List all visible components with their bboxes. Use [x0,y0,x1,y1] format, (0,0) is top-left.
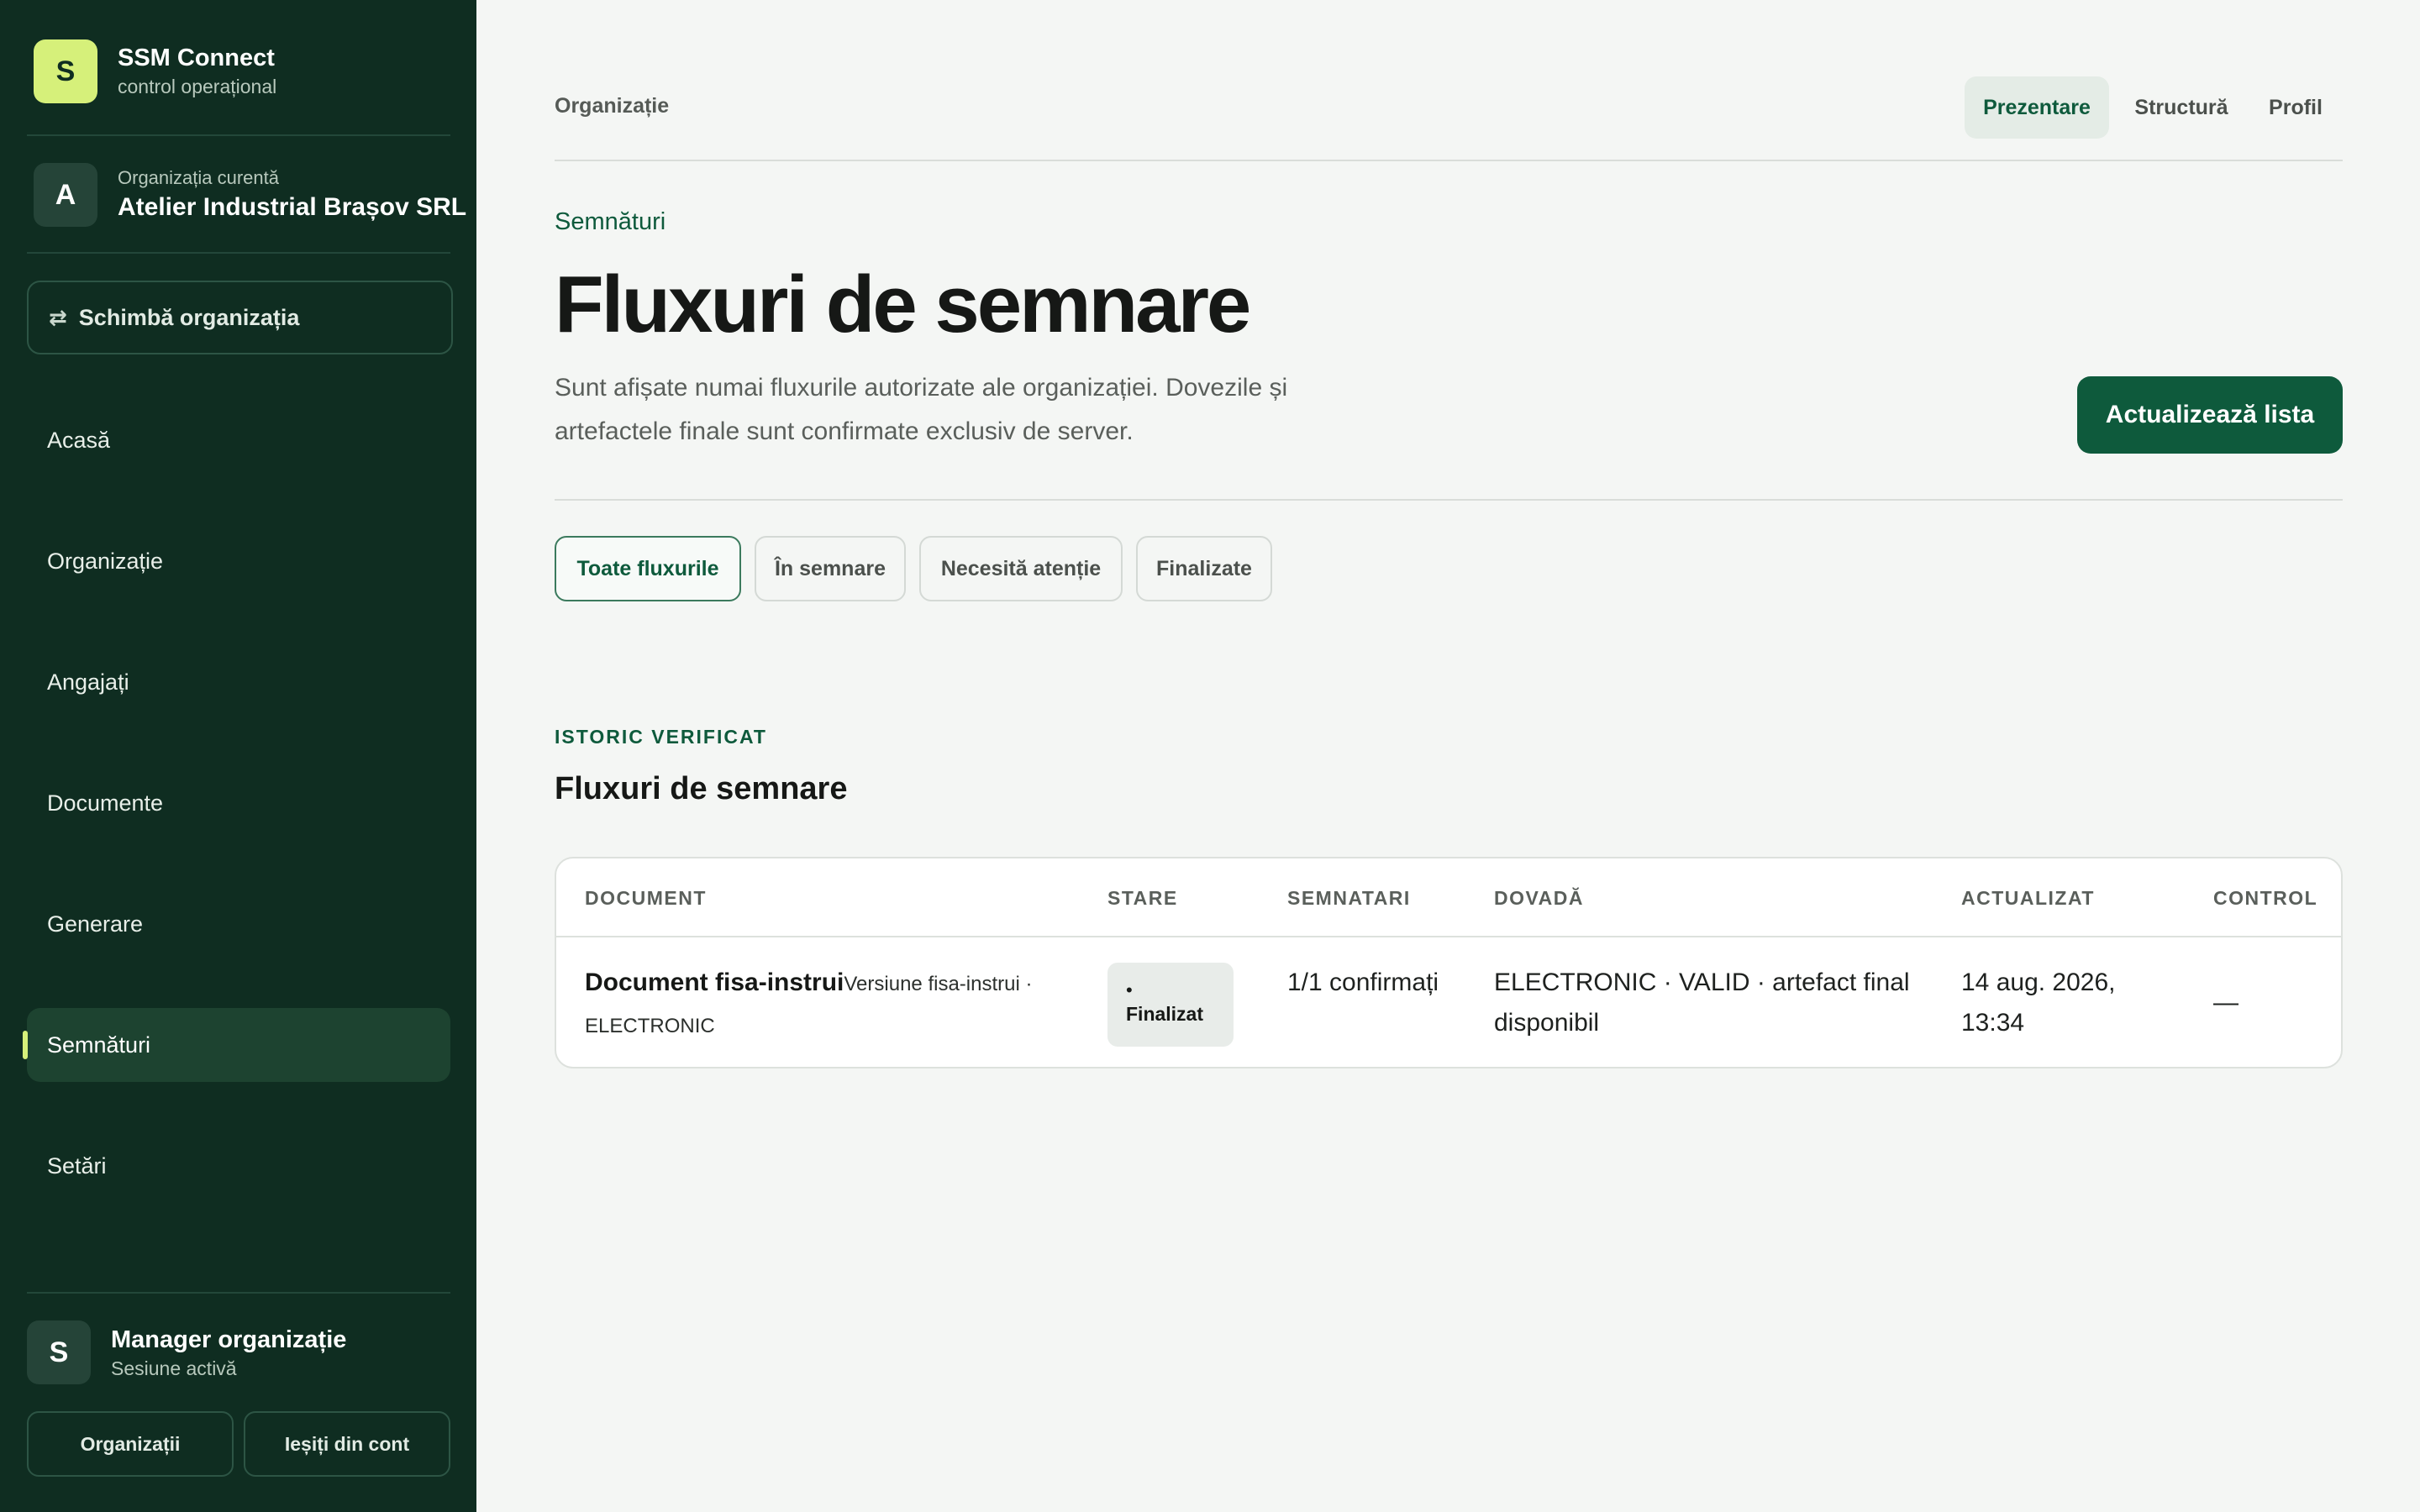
sidebar-item-label: Documente [47,790,164,816]
user-role: Manager organizație [111,1326,347,1353]
organization-avatar: A [34,163,97,227]
status-label: Finalizat [1126,1003,1204,1025]
sidebar-item-label: Angajați [47,669,129,695]
sidebar-item-generare[interactable]: Generare [27,887,450,961]
section-title: Fluxuri de semnare [555,771,848,806]
column-header-signers: SEMNATARI [1287,887,1411,909]
evidence-cell: ELECTRONIC · VALID · artefact final disp… [1494,969,1910,1037]
sidebar-item-semnaturi[interactable]: Semnături [23,1008,450,1082]
section-eyebrow: ISTORIC VERIFICAT [555,726,767,748]
sidebar-item-label: Semnături [47,1032,151,1058]
organization-caption: Organizația curentă [118,167,279,188]
page-eyebrow: Semnături [555,208,666,235]
sidebar-item-label: Generare [47,911,144,937]
updated-cell: 14 aug. 2026, 13:34 [1961,969,2116,1037]
column-header-status: STARE [1107,887,1178,909]
status-badge: • Finalizat [1107,963,1234,1047]
brand-subtitle: control operațional [118,76,277,97]
filter-needs-attention[interactable]: Necesită atenție [919,536,1123,601]
tab-profil[interactable]: Profil [2254,76,2338,139]
tab-structura[interactable]: Structură [2121,76,2242,139]
switch-arrows-icon: ⇄ [49,304,67,330]
brand-name: SSM Connect [118,45,275,71]
column-header-evidence: DOVADĂ [1494,887,1584,909]
sidebar-item-label: Organizație [47,548,164,574]
filter-all-flows[interactable]: Toate fluxurile [555,536,741,601]
sidebar-item-organizatie[interactable]: Organizație [27,524,450,598]
active-indicator [23,1031,28,1059]
switch-organization-button[interactable]: ⇄ Schimbă organizația [27,281,453,354]
tab-prezentare[interactable]: Prezentare [1965,76,2109,139]
column-header-control: CONTROL [2213,887,2318,909]
page-description: Sunt afișate numai fluxurile autorizate … [555,374,1288,445]
document-name[interactable]: Document fisa-instrui [585,969,844,996]
sidebar: S SSM Connect control operațional A Orga… [0,0,476,1512]
column-header-updated: ACTUALIZAT [1961,887,2095,909]
sidebar-item-setari[interactable]: Setări [27,1129,450,1203]
signers-cell: 1/1 confirmați [1287,969,1439,996]
user-avatar: S [27,1320,91,1384]
refresh-list-button[interactable]: Actualizează lista [2077,376,2343,454]
brand-logo: S [34,39,97,103]
sidebar-item-angajati[interactable]: Angajați [27,645,450,719]
switch-organization-label: Schimbă organizația [78,304,300,330]
logout-button[interactable]: Ieșiți din cont [244,1411,450,1477]
organization-name: Atelier Industrial Brașov SRL [118,193,467,221]
sidebar-divider [27,134,450,136]
organizations-button[interactable]: Organizații [27,1411,234,1477]
sidebar-item-acasa[interactable]: Acasă [27,403,450,477]
sidebar-divider [27,252,450,254]
section-divider [555,499,2343,501]
sidebar-item-documente[interactable]: Documente [27,766,450,840]
user-profile: S Manager organizație Sesiune activă [27,1320,346,1384]
sidebar-item-label: Acasă [47,427,111,453]
breadcrumb: Organizație [555,94,670,118]
filter-completed[interactable]: Finalizate [1136,536,1272,601]
session-status: Sesiune activă [111,1357,237,1379]
current-organization: A Organizația curentă Atelier Industrial… [34,163,466,227]
signing-flows-table: DOCUMENT STARE SEMNATARI DOVADĂ ACTUALIZ… [555,857,2343,1068]
brand: S SSM Connect control operațional [34,39,276,103]
page-title: Fluxuri de semnare [555,260,1251,349]
column-header-document: DOCUMENT [585,887,707,909]
status-dot-icon: • [1126,979,1133,1000]
header-divider [555,160,2343,161]
sidebar-divider [27,1292,450,1294]
control-cell: — [2213,989,2238,1016]
sidebar-item-label: Setări [47,1152,107,1179]
table-header-divider [556,936,2341,937]
document-cell: Document fisa-instruiVersiune fisa-instr… [585,963,1089,1047]
filter-in-signing[interactable]: În semnare [755,536,906,601]
